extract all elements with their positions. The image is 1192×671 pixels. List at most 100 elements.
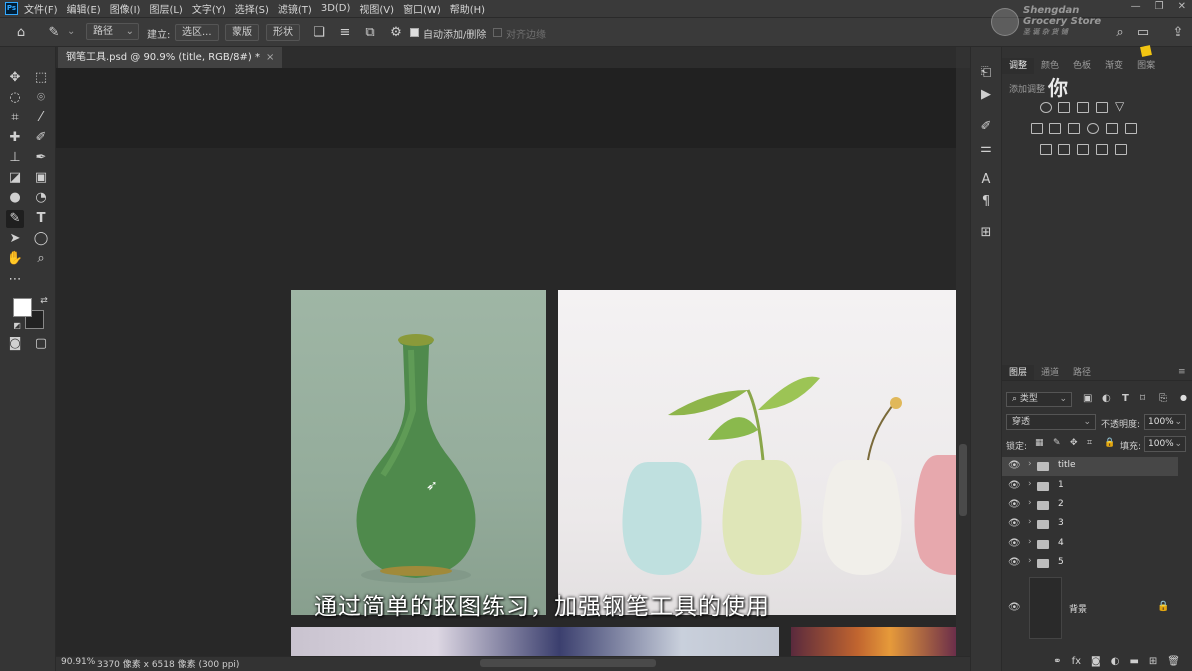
lock-position-icon[interactable]: ✥ <box>1070 438 1078 448</box>
eye-icon[interactable]: 👁 <box>1008 499 1021 510</box>
black-white-icon[interactable] <box>1068 123 1080 134</box>
background-layer-thumbnail[interactable] <box>1029 577 1062 639</box>
brush-tool-icon[interactable]: ✐ <box>32 129 50 147</box>
quick-selection-tool-icon[interactable]: ⌾ <box>32 89 50 107</box>
restore-button[interactable]: ❐ <box>1155 1 1164 12</box>
filter-type-icon[interactable]: T <box>1122 393 1129 404</box>
eyedropper-tool-icon[interactable]: ⁄ <box>32 109 50 127</box>
zoom-level[interactable]: 90.91% <box>61 657 95 667</box>
filter-shape-icon[interactable]: ⌑ <box>1140 393 1145 404</box>
menu-edit[interactable]: 编辑(E) <box>67 1 101 16</box>
layer-style-icon[interactable]: fx <box>1072 656 1081 667</box>
menu-image[interactable]: 图像(I) <box>110 1 141 16</box>
path-arrangement-icon[interactable]: ⧉ <box>362 25 378 41</box>
photo-filter-icon[interactable] <box>1087 123 1099 134</box>
layer-group-2[interactable]: 👁 › 2 <box>1002 496 1178 515</box>
make-mask-button[interactable]: 蒙版 <box>225 24 259 41</box>
dodge-tool-icon[interactable]: ◔ <box>32 189 50 207</box>
chevron-right-icon[interactable]: › <box>1028 459 1032 469</box>
ellipse-tool-icon[interactable]: ◯ <box>32 230 50 248</box>
history-panel-icon[interactable]: ⎗ <box>977 64 995 82</box>
add-mask-icon[interactable]: ◙ <box>1091 656 1101 667</box>
lock-image-icon[interactable]: ✎ <box>1053 438 1061 448</box>
menu-file[interactable]: 文件(F) <box>24 1 58 16</box>
filter-adjustment-icon[interactable]: ◐ <box>1102 393 1111 404</box>
default-colors-icon[interactable]: ◩ <box>8 317 26 335</box>
pen-tool-preset-icon[interactable]: ✎ <box>46 25 62 41</box>
lock-all-icon[interactable]: 🔒 <box>1104 438 1115 448</box>
menu-layer[interactable]: 图层(L) <box>149 1 182 16</box>
gradient-tool-icon[interactable]: ▣ <box>32 169 50 187</box>
eye-icon[interactable]: 👁 <box>1008 518 1021 529</box>
gradient-map-icon[interactable] <box>1115 144 1127 155</box>
color-lookup-icon[interactable] <box>1125 123 1137 134</box>
workspace-icon[interactable]: ▭ <box>1135 25 1151 41</box>
align-edges-checkbox[interactable] <box>493 28 502 37</box>
tab-patterns[interactable]: 图案 <box>1130 58 1162 74</box>
link-layers-icon[interactable]: ⚭ <box>1053 656 1061 667</box>
more-tools-icon[interactable]: ⋯ <box>6 271 24 289</box>
clone-stamp-tool-icon[interactable]: ⊥ <box>6 149 24 167</box>
layer-group-1[interactable]: 👁 › 1 <box>1002 477 1178 496</box>
selective-color-icon[interactable] <box>1096 144 1108 155</box>
filter-pixel-icon[interactable]: ▣ <box>1083 393 1092 404</box>
channel-mixer-icon[interactable] <box>1106 123 1118 134</box>
close-button[interactable]: ✕ <box>1178 1 1186 12</box>
history-brush-tool-icon[interactable]: ✒ <box>32 149 50 167</box>
make-selection-button[interactable]: 选区... <box>175 24 219 41</box>
hue-saturation-icon[interactable] <box>1031 123 1043 134</box>
character-panel-icon[interactable]: A <box>977 171 995 189</box>
make-shape-button[interactable]: 形状 <box>266 24 300 41</box>
search-icon[interactable]: ⌕ <box>1112 25 1128 41</box>
brightness-contrast-icon[interactable] <box>1040 102 1052 113</box>
blend-mode-select[interactable]: 穿透 ⌄ <box>1006 414 1096 430</box>
fire-artwork-image[interactable] <box>791 627 956 656</box>
type-tool-icon[interactable]: T <box>32 210 50 228</box>
chevron-right-icon[interactable]: › <box>1028 537 1032 547</box>
zoom-tool-icon[interactable]: ⌕ <box>32 250 50 268</box>
healing-brush-tool-icon[interactable]: ✚ <box>6 129 24 147</box>
move-tool-icon[interactable]: ✥ <box>6 69 24 87</box>
foreground-color-swatch[interactable] <box>13 298 32 317</box>
close-tab-icon[interactable]: × <box>266 52 274 63</box>
tab-gradients[interactable]: 渐变 <box>1098 58 1130 74</box>
chevron-right-icon[interactable]: › <box>1028 498 1032 508</box>
tab-swatches[interactable]: 色板 <box>1066 58 1098 74</box>
menu-type[interactable]: 文字(Y) <box>192 1 226 16</box>
path-operations-icon[interactable]: ❏ <box>311 25 327 41</box>
screen-mode-icon[interactable]: ▢ <box>32 335 50 353</box>
tab-layers[interactable]: 图层 <box>1002 365 1035 380</box>
white-vases-image[interactable] <box>558 290 956 615</box>
eye-icon[interactable]: 👁 <box>1008 460 1021 471</box>
lasso-tool-icon[interactable]: ◌ <box>6 89 24 107</box>
menu-filter[interactable]: 滤镜(T) <box>278 1 312 16</box>
auto-add-delete-checkbox[interactable] <box>410 28 419 37</box>
trash-icon[interactable]: 🗑 <box>1167 656 1180 667</box>
menu-help[interactable]: 帮助(H) <box>450 1 485 16</box>
invert-icon[interactable] <box>1040 144 1052 155</box>
gear-icon[interactable]: ⚙ <box>388 25 404 41</box>
adjustment-layer-icon[interactable]: ◐ <box>1111 656 1120 667</box>
menu-window[interactable]: 窗口(W) <box>403 1 441 16</box>
panel-menu-icon[interactable]: ≡ <box>1178 367 1186 377</box>
brush-settings-icon[interactable]: ✐ <box>977 118 995 136</box>
eraser-tool-icon[interactable]: ◪ <box>6 169 24 187</box>
actions-panel-icon[interactable]: ▶ <box>977 86 995 104</box>
layer-group-title[interactable]: 👁 › title <box>1002 457 1178 476</box>
eye-icon[interactable]: 👁 <box>1008 602 1021 613</box>
fill-input[interactable]: 100% ⌄ <box>1144 436 1186 452</box>
lock-transparent-icon[interactable]: ▦ <box>1035 438 1044 448</box>
quick-mask-icon[interactable]: ◙ <box>6 335 24 353</box>
eye-icon[interactable]: 👁 <box>1008 480 1021 491</box>
layer-group-5[interactable]: 👁 › 5 <box>1002 554 1178 573</box>
new-layer-icon[interactable]: ⊞ <box>1149 656 1157 667</box>
tab-adjustments[interactable]: 调整 <box>1002 58 1035 74</box>
paragraph-panel-icon[interactable]: ¶ <box>977 193 995 211</box>
eye-icon[interactable]: 👁 <box>1008 538 1021 549</box>
curves-icon[interactable] <box>1077 102 1089 113</box>
chevron-right-icon[interactable]: › <box>1028 556 1032 566</box>
pen-tool-icon[interactable]: ✎ <box>6 210 24 228</box>
color-balance-icon[interactable] <box>1049 123 1061 134</box>
layer-group-4[interactable]: 👁 › 4 <box>1002 535 1178 554</box>
crop-tool-icon[interactable]: ⌗ <box>6 109 24 127</box>
